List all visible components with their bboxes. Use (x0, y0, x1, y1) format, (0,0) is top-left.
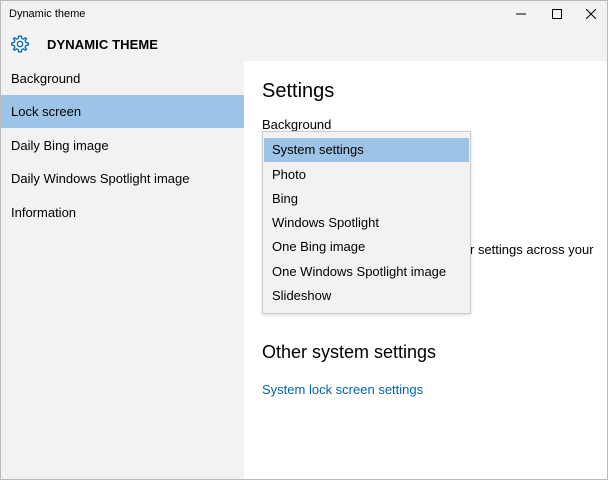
sidebar-item-background[interactable]: Background (1, 62, 244, 95)
background-label: Background (262, 117, 332, 132)
maximize-icon (552, 9, 562, 19)
dropdown-option-one-windows-spotlight-image[interactable]: One Windows Spotlight image (264, 260, 469, 284)
minimize-icon (516, 13, 526, 15)
title-bar[interactable]: Dynamic theme (1, 1, 607, 27)
dropdown-option-system-settings[interactable]: System settings (264, 138, 469, 162)
sidebar-item-daily-windows-spotlight-image[interactable]: Daily Windows Spotlight image (1, 162, 244, 195)
sidebar-item-daily-bing-image[interactable]: Daily Bing image (1, 129, 244, 162)
system-lock-screen-settings-link[interactable]: System lock screen settings (262, 382, 423, 397)
sidebar-item-lock-screen[interactable]: Lock screen (1, 95, 244, 128)
gear-icon (11, 35, 29, 53)
sidebar-item-information[interactable]: Information (1, 196, 244, 229)
app-title: DYNAMIC THEME (47, 37, 159, 52)
sidebar: Background Lock screen Daily Bing image … (1, 61, 244, 479)
dropdown-option-windows-spotlight[interactable]: Windows Spotlight (264, 211, 469, 235)
background-dropdown-list[interactable]: System settings Photo Bing Windows Spotl… (262, 131, 471, 314)
dropdown-option-bing[interactable]: Bing (264, 187, 469, 211)
description-text: r settings across your (470, 242, 594, 257)
section-title-other: Other system settings (262, 342, 437, 362)
minimize-button[interactable] (503, 1, 539, 27)
dropdown-option-photo[interactable]: Photo (264, 163, 469, 187)
app-header: DYNAMIC THEME (1, 27, 607, 61)
close-icon (586, 9, 596, 19)
dropdown-option-one-bing-image[interactable]: One Bing image (264, 235, 469, 259)
window-title: Dynamic theme (9, 8, 86, 20)
page-title: Settings (262, 80, 335, 102)
dropdown-option-slideshow[interactable]: Slideshow (264, 284, 469, 308)
app-window: Dynamic theme DYNAMIC THEME Background L… (0, 0, 608, 480)
maximize-button[interactable] (539, 1, 575, 27)
close-button[interactable] (573, 1, 607, 27)
